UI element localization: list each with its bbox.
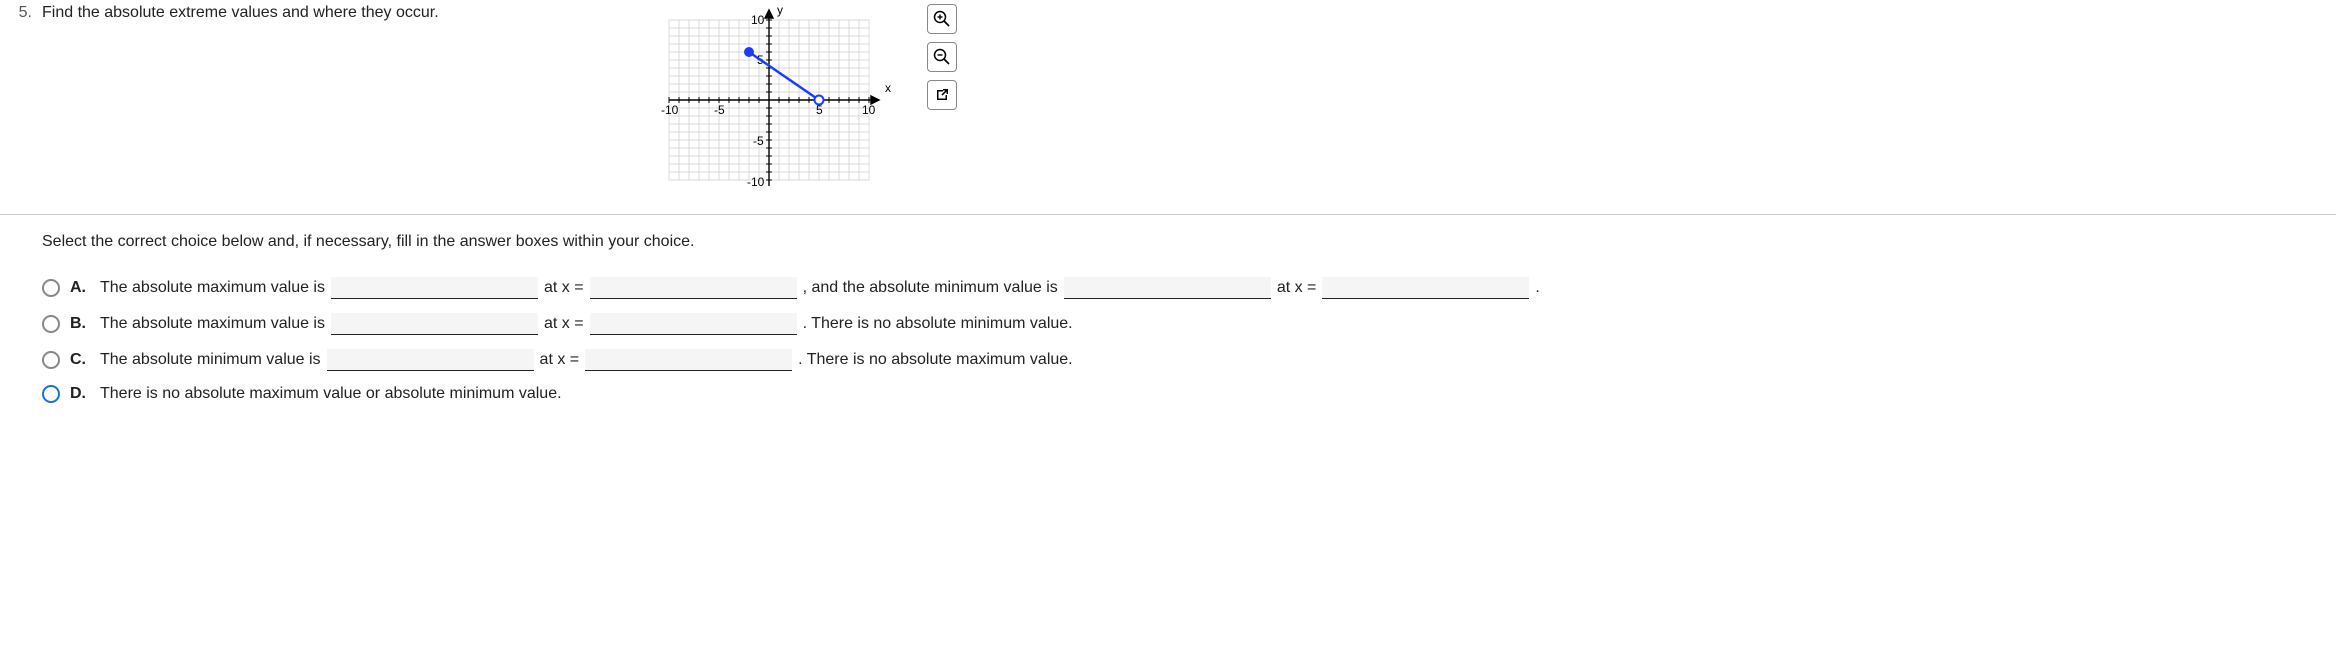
zoom-out-icon [933, 48, 951, 66]
choice-c-seg1: The absolute minimum value is [100, 351, 321, 369]
closed-endpoint [744, 47, 754, 57]
open-endpoint [814, 96, 823, 105]
choice-c-blank2[interactable] [585, 349, 792, 371]
choice-a[interactable]: A. The absolute maximum value is at x = … [42, 277, 2336, 299]
instruction-text: Select the correct choice below and, if … [0, 233, 2336, 251]
ytick-neg10: -10 [747, 175, 765, 189]
external-link-icon [934, 87, 950, 103]
xtick-neg5: -5 [714, 103, 725, 117]
radio-a[interactable] [42, 279, 60, 297]
choice-c[interactable]: C. The absolute minimum value is at x = … [42, 349, 2336, 371]
zoom-out-button[interactable] [927, 42, 957, 72]
choice-c-blank1[interactable] [327, 349, 534, 371]
choice-a-seg2: at x = [544, 279, 584, 297]
question-number: 5. [0, 4, 42, 22]
y-axis-label: y [777, 3, 783, 17]
choice-a-seg3: , and the absolute minimum value is [803, 279, 1058, 297]
choice-a-blank3[interactable] [1064, 277, 1271, 299]
open-graph-button[interactable] [927, 80, 957, 110]
choice-c-label: C. [70, 351, 90, 369]
choice-c-seg3: . There is no absolute maximum value. [798, 351, 1073, 369]
question-text: Find the absolute extreme values and whe… [42, 4, 439, 22]
choice-b-label: B. [70, 315, 90, 333]
zoom-in-button[interactable] [927, 4, 957, 34]
x-axis-label: x [885, 81, 891, 95]
choice-a-blank1[interactable] [331, 277, 538, 299]
xtick-neg10: -10 [661, 103, 679, 117]
choice-a-seg1: The absolute maximum value is [100, 279, 325, 297]
choice-b-seg1: The absolute maximum value is [100, 315, 325, 333]
choice-c-seg2: at x = [540, 351, 580, 369]
radio-b[interactable] [42, 315, 60, 333]
xtick-10: 10 [862, 103, 876, 117]
choice-d[interactable]: D. There is no absolute maximum value or… [42, 385, 2336, 403]
radio-d[interactable] [42, 385, 60, 403]
choice-a-blank2[interactable] [590, 277, 797, 299]
choice-a-label: A. [70, 279, 90, 297]
choice-d-seg1: There is no absolute maximum value or ab… [100, 385, 562, 403]
choice-b-blank2[interactable] [590, 313, 797, 335]
choice-b[interactable]: B. The absolute maximum value is at x = … [42, 313, 2336, 335]
choice-a-seg5: . [1535, 279, 1539, 297]
radio-c[interactable] [42, 351, 60, 369]
choice-d-label: D. [70, 385, 90, 403]
divider [0, 214, 2336, 215]
ytick-neg5: -5 [753, 134, 764, 148]
choice-b-seg3: . There is no absolute minimum value. [803, 315, 1073, 333]
choice-b-seg2: at x = [544, 315, 584, 333]
choice-a-seg4: at x = [1277, 279, 1317, 297]
ytick-10: 10 [751, 13, 765, 27]
zoom-in-icon [933, 10, 951, 28]
graph-plot: -10 -5 5 10 10 5 -5 -10 x y [629, 0, 909, 200]
choice-b-blank1[interactable] [331, 313, 538, 335]
choice-a-blank4[interactable] [1322, 277, 1529, 299]
